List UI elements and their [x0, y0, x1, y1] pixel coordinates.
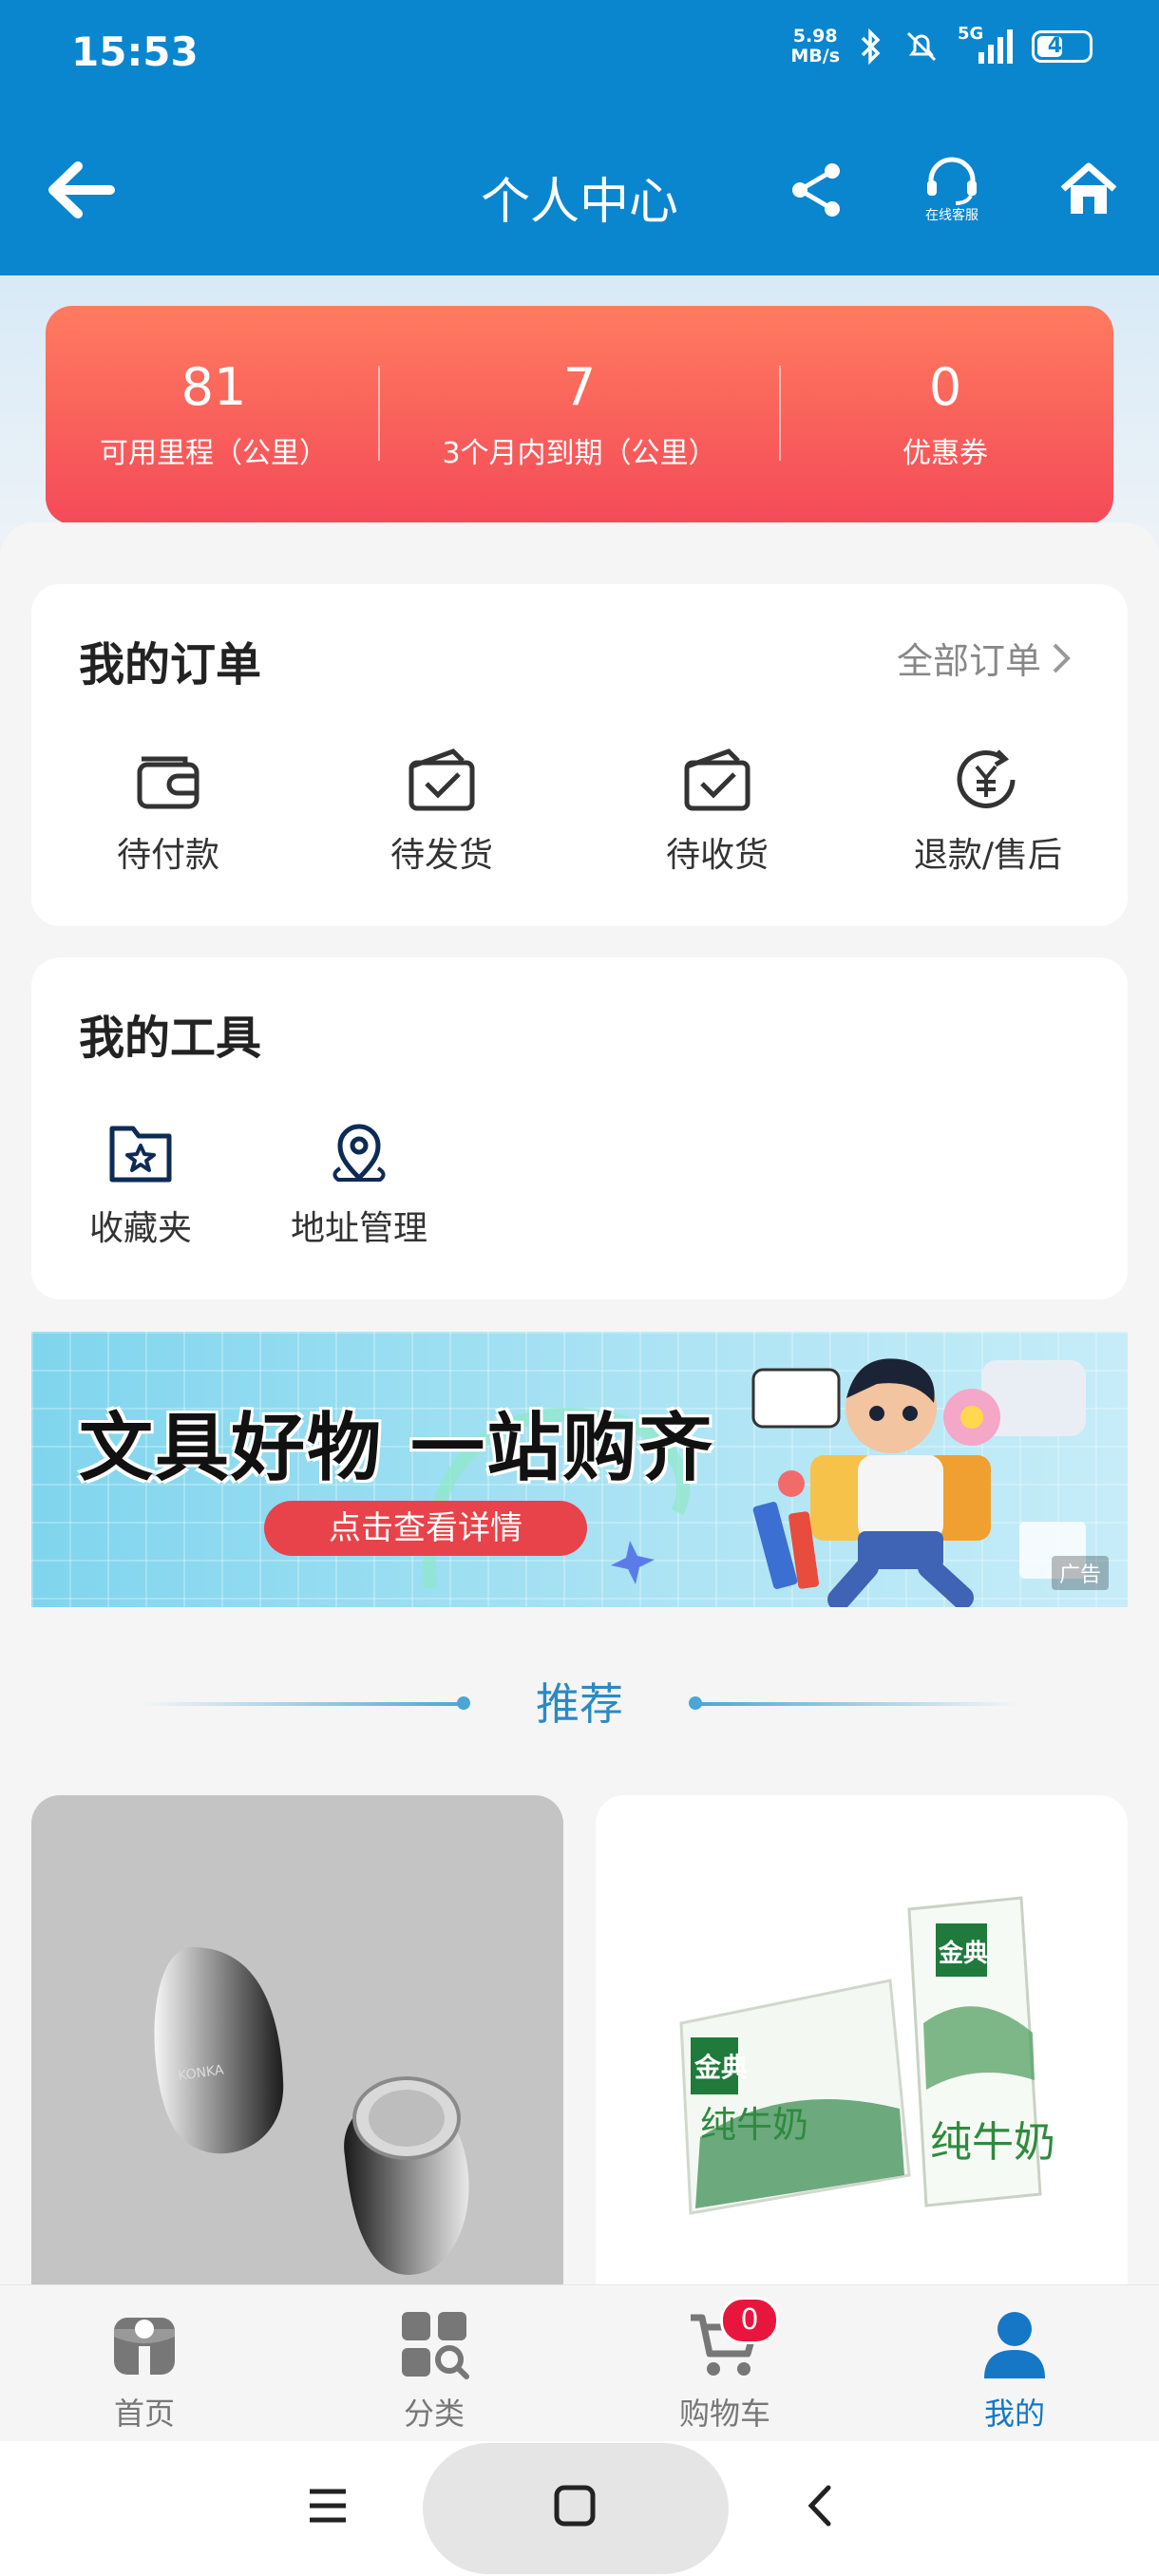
recommend-title: 推荐 — [536, 1678, 623, 1730]
all-orders-link[interactable]: 全部订单 — [897, 632, 1074, 684]
recommend-line-right — [695, 1702, 1018, 1706]
milk-box-brand: 金典 — [694, 2052, 748, 2083]
status-time: 15:53 — [71, 28, 199, 75]
order-refund-aftersale[interactable]: 退款/售后 — [884, 746, 1092, 877]
banner-title: 文具好物 一站购齐 — [79, 1406, 715, 1491]
status-icons: 5.98 MB/s 5G 41 — [790, 24, 1092, 66]
location-pin-icon — [332, 1124, 386, 1182]
orders-title: 我的订单 — [79, 638, 262, 691]
stat-divider — [378, 366, 380, 461]
square-icon — [554, 2485, 596, 2527]
overview-button[interactable] — [551, 2482, 598, 2533]
tool-favorites[interactable]: 收藏夹 — [65, 1119, 217, 1250]
product-card-shaver[interactable]: KONKA — [31, 1795, 563, 2289]
back-nav-button[interactable] — [798, 2482, 846, 2533]
promo-banner[interactable]: 文具好物 一站购齐 点击查看详情 广告 — [31, 1332, 1128, 1607]
category-icon — [402, 2312, 469, 2379]
order-pending-receipt[interactable]: 待收货 — [622, 746, 812, 877]
star-folder-icon — [109, 1126, 172, 1183]
battery-icon: 41 — [1032, 30, 1092, 63]
mute-bell-icon — [906, 31, 937, 62]
customer-service-button[interactable]: 在线客服 — [914, 152, 990, 228]
stat-expiring-mileage[interactable]: 7 3个月内到期（公里） — [408, 359, 750, 471]
box-check-icon — [684, 748, 750, 811]
share-button[interactable] — [779, 152, 855, 228]
share-icon — [792, 163, 840, 217]
wallet-icon — [137, 756, 200, 809]
menu-icon — [310, 2489, 346, 2523]
chevron-left-icon — [808, 2485, 831, 2527]
tab-home[interactable]: 首页 — [49, 2308, 239, 2434]
ad-label: 广告 — [1051, 1556, 1109, 1590]
stat-available-mileage[interactable]: 81 可用里程（公里） — [43, 359, 385, 471]
menu-button[interactable] — [304, 2482, 352, 2533]
person-icon — [984, 2312, 1045, 2378]
tool-address-management[interactable]: 地址管理 — [274, 1119, 445, 1250]
order-pending-payment[interactable]: 待付款 — [73, 746, 263, 877]
milk-carton-name: 纯牛奶 — [930, 2118, 1055, 2167]
home-store-icon — [114, 2318, 175, 2375]
home-icon — [1060, 162, 1117, 214]
banner-detail-button[interactable]: 点击查看详情 — [264, 1501, 587, 1556]
cart-badge: 0 — [720, 2297, 779, 2344]
milk-product-image: 金典 纯牛奶 金典 纯牛奶 — [679, 1896, 1055, 2215]
home-button[interactable] — [1051, 152, 1127, 228]
order-pending-shipment[interactable]: 待发货 — [347, 746, 537, 877]
shaver-product-image: KONKA — [154, 1947, 469, 2275]
tools-title: 我的工具 — [79, 1012, 262, 1065]
milk-carton-brand: 金典 — [938, 1939, 988, 1968]
bluetooth-icon — [861, 28, 881, 66]
headset-icon — [927, 157, 977, 205]
customer-service-label: 在线客服 — [925, 208, 978, 223]
stat-coupons[interactable]: 0 优惠券 — [774, 359, 1116, 471]
net-speed: 5.98 MB/s — [790, 26, 840, 66]
signal-icon: 5G — [958, 24, 1015, 66]
chevron-right-icon — [1053, 643, 1071, 672]
milk-box-name: 纯牛奶 — [700, 2104, 808, 2146]
product-card-milk[interactable]: 金典 纯牛奶 金典 纯牛奶 — [596, 1795, 1128, 2289]
box-check-icon — [408, 748, 475, 811]
tab-mine[interactable]: 我的 — [920, 2308, 1110, 2434]
yuan-refund-icon — [957, 749, 1016, 808]
tab-category[interactable]: 分类 — [339, 2308, 529, 2434]
